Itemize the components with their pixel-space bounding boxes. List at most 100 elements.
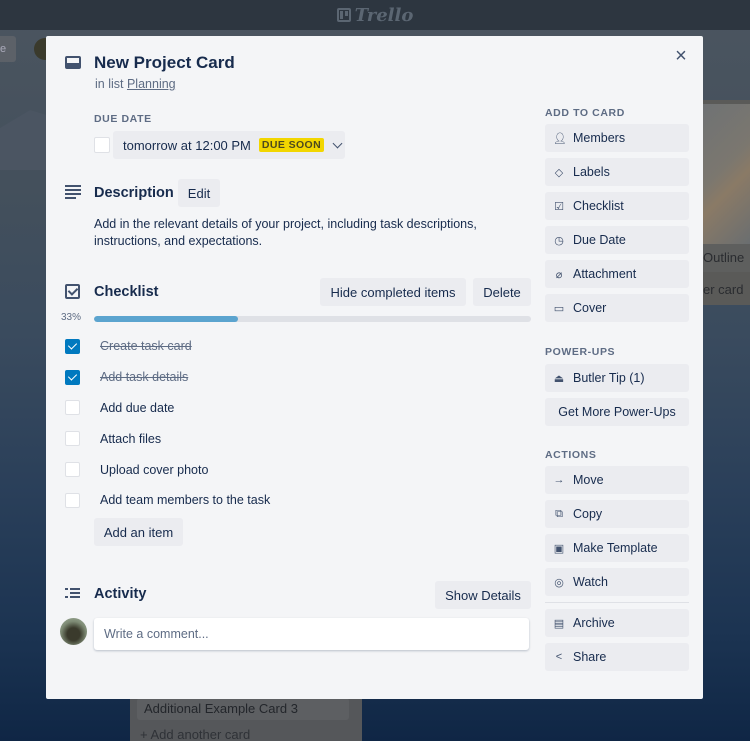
add-checklist-item-button[interactable]: Add an item [94, 518, 183, 546]
label-icon: ◇ [554, 166, 564, 179]
due-date-label: DUE DATE [94, 113, 152, 125]
checklist-item[interactable]: Add team members to the task [65, 485, 535, 516]
sidebar-button-label: Members [573, 131, 626, 145]
actions-divider [545, 602, 689, 603]
get-more-power-ups-button[interactable]: Get More Power-Ups [545, 398, 689, 426]
clock-icon: ◷ [554, 234, 564, 247]
background-card[interactable]: Additional Example Card 3 [137, 698, 349, 720]
sidebar-button-label: Cover [573, 301, 607, 315]
background-card-title[interactable]: Outline [703, 244, 750, 272]
cover-icon: ▭ [553, 302, 565, 315]
checklist-item[interactable]: Attach files [65, 423, 535, 454]
checklist-items: Create task card Add task details Add due … [65, 331, 535, 516]
background-card-cover-image [703, 104, 750, 244]
sidebar-button-cover[interactable]: ▭ Cover [545, 294, 689, 322]
sidebar-button-members[interactable]: 👤︎ Members [545, 124, 689, 152]
description-icon [65, 185, 81, 201]
checklist-item-text[interactable]: Attach files [100, 432, 161, 446]
sidebar-button-label: Due Date [573, 233, 626, 247]
sidebar-button-copy[interactable]: ⧉ Copy [545, 500, 689, 528]
checklist-progress-bar [94, 316, 531, 322]
sidebar-button-label: Labels [573, 165, 610, 179]
archive-icon: ▤ [553, 617, 565, 630]
comment-input[interactable] [94, 618, 529, 650]
user-avatar[interactable] [60, 618, 87, 645]
checklist-item-text[interactable]: Add team members to the task [100, 493, 270, 507]
checklist-item[interactable]: Add due date [65, 393, 535, 424]
checklist-item-checkbox[interactable] [65, 431, 80, 447]
sidebar-button-attachment[interactable]: ⌀ Attachment [545, 260, 689, 288]
share-icon: < [555, 651, 563, 663]
actions-label: ACTIONS [545, 449, 597, 461]
checklist-progress-percent: 33% [61, 312, 82, 323]
checklist-item[interactable]: Add task details [65, 362, 535, 393]
sidebar-button-labels[interactable]: ◇ Labels [545, 158, 689, 186]
card-detail-modal: × New Project Card in list Planning DUE … [46, 36, 703, 699]
checklist-item-checkbox[interactable] [65, 400, 80, 416]
logo-text: Trello [354, 4, 414, 26]
checklist-item-checkbox[interactable] [65, 492, 80, 508]
checklist-item-text[interactable]: Create task card [100, 339, 192, 353]
arrow-right-icon: → [553, 474, 565, 486]
board-icon [336, 8, 351, 22]
sidebar-button-archive[interactable]: ▤ Archive [545, 609, 689, 637]
sidebar-button-butler-tip-1[interactable]: ⏏ Butler Tip (1) [545, 364, 689, 392]
delete-checklist-button[interactable]: Delete [473, 278, 531, 306]
checklist-item-text[interactable]: Upload cover photo [100, 463, 208, 477]
copy-icon: ⧉ [555, 507, 563, 520]
description-title: Description [94, 185, 174, 201]
sidebar-button-label: Make Template [573, 541, 658, 555]
show-details-button[interactable]: Show Details [435, 581, 531, 609]
due-date-button[interactable]: tomorrow at 12:00 PM DUE SOON [113, 131, 345, 159]
due-soon-badge: DUE SOON [258, 138, 325, 152]
hide-completed-items-button[interactable]: Hide completed items [320, 278, 466, 306]
top-bar: Trello [0, 0, 750, 30]
checklist-title[interactable]: Checklist [94, 284, 158, 300]
due-date-complete-checkbox[interactable] [94, 137, 110, 153]
card-title[interactable]: New Project Card [94, 53, 235, 73]
sidebar-button-label: Checklist [573, 199, 624, 213]
sidebar-button-make-template[interactable]: ▣ Make Template [545, 534, 689, 562]
sidebar-button-label: Move [573, 473, 604, 487]
checklist-item-checkbox[interactable] [65, 338, 80, 354]
close-icon[interactable]: × [671, 46, 691, 66]
activity-icon [65, 588, 81, 600]
background-add-another-card[interactable]: + Add another card [140, 727, 250, 741]
checklist-item-checkbox[interactable] [65, 462, 80, 478]
paperclip-icon: ⌀ [555, 268, 563, 281]
sidebar-button-checklist[interactable]: ☑ Checklist [545, 192, 689, 220]
checklist-item-checkbox[interactable] [65, 369, 80, 385]
chevron-down-icon [332, 138, 343, 148]
sidebar-button-label: Butler Tip (1) [573, 371, 645, 385]
sidebar-button-label: Attachment [573, 267, 637, 281]
card-icon [65, 56, 81, 69]
butler-icon: ⏏ [553, 372, 565, 385]
sidebar-button-label: Archive [573, 616, 615, 630]
list-prefix: in list [95, 77, 124, 91]
checklist-item-text[interactable]: Add due date [100, 401, 174, 415]
description-text[interactable]: Add in the relevant details of your proj… [94, 216, 514, 250]
list-info: in list Planning [95, 77, 176, 91]
checklist-icon: ☑ [554, 200, 564, 213]
checklist-icon [65, 284, 80, 299]
sidebar-button-label: Watch [573, 575, 608, 589]
sidebar-button-due-date[interactable]: ◷ Due Date [545, 226, 689, 254]
list-link[interactable]: Planning [127, 77, 176, 91]
sidebar-button-label: Copy [573, 507, 603, 521]
sidebar-button-move[interactable]: → Move [545, 466, 689, 494]
background-add-card[interactable]: er card [703, 276, 750, 304]
checklist-item-text[interactable]: Add task details [100, 370, 188, 384]
due-date-value: tomorrow at 12:00 PM [123, 137, 251, 153]
background-board-button[interactable]: e [0, 36, 16, 62]
sidebar-button-label: Share [573, 650, 607, 664]
background-mountain [0, 110, 50, 170]
sidebar-button-share[interactable]: < Share [545, 643, 689, 671]
template-icon: ▣ [553, 542, 565, 555]
edit-description-button[interactable]: Edit [178, 179, 220, 207]
checklist-progress-fill [94, 316, 239, 322]
member-icon: 👤︎ [553, 132, 567, 145]
checklist-item[interactable]: Upload cover photo [65, 454, 535, 485]
trello-logo[interactable]: Trello [336, 4, 414, 26]
checklist-item[interactable]: Create task card [65, 331, 535, 362]
sidebar-button-watch[interactable]: ◎ Watch [545, 568, 689, 596]
